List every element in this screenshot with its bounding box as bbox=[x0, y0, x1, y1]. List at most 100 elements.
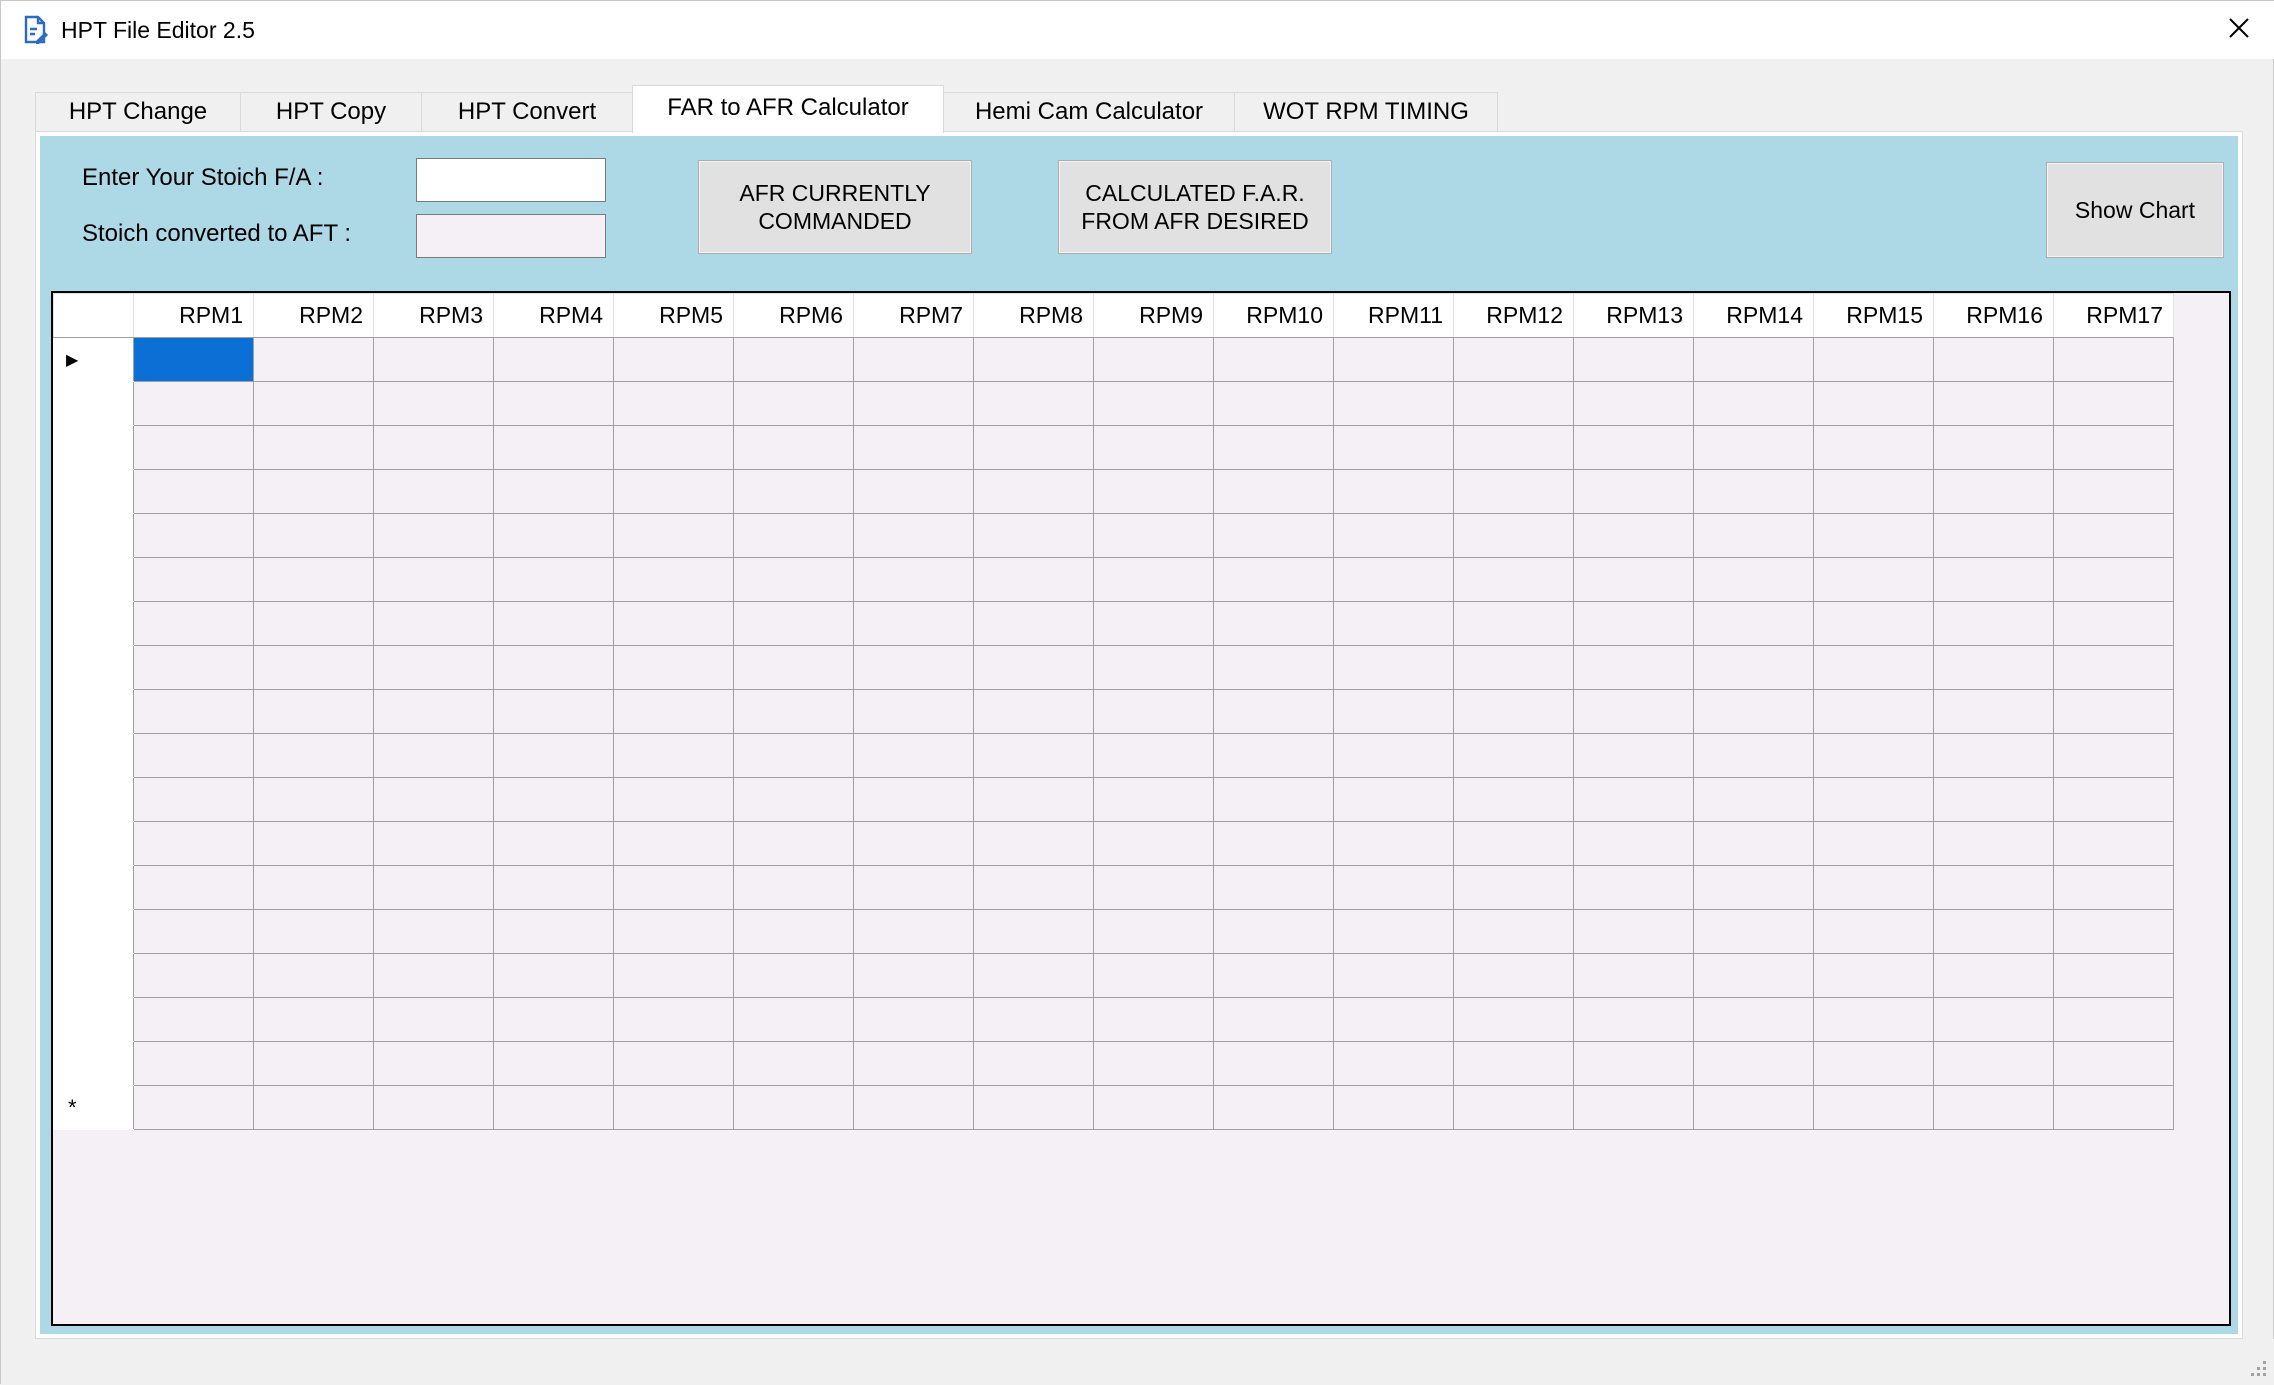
grid-cell[interactable] bbox=[613, 1041, 734, 1086]
tab-hemi-cam-calculator[interactable]: Hemi Cam Calculator bbox=[943, 92, 1235, 132]
grid-cell[interactable] bbox=[1813, 469, 1934, 514]
grid-cell[interactable] bbox=[133, 997, 254, 1042]
column-header-rpm1[interactable]: RPM1 bbox=[133, 293, 254, 338]
column-header-rpm2[interactable]: RPM2 bbox=[253, 293, 374, 338]
grid-cell[interactable] bbox=[2053, 997, 2174, 1042]
grid-cell[interactable] bbox=[133, 469, 254, 514]
row-header[interactable] bbox=[53, 733, 134, 778]
grid-cell[interactable] bbox=[493, 689, 614, 734]
grid-cell[interactable] bbox=[1453, 557, 1574, 602]
grid-cell[interactable] bbox=[1093, 425, 1214, 470]
column-header-rpm4[interactable]: RPM4 bbox=[493, 293, 614, 338]
grid-cell[interactable] bbox=[1933, 601, 2054, 646]
row-header[interactable] bbox=[53, 953, 134, 998]
grid-cell[interactable] bbox=[373, 1041, 494, 1086]
grid-cell[interactable] bbox=[1333, 733, 1454, 778]
grid-cell[interactable] bbox=[853, 997, 974, 1042]
grid-cell[interactable] bbox=[613, 689, 734, 734]
grid-cell[interactable] bbox=[1333, 469, 1454, 514]
grid-cell[interactable] bbox=[493, 601, 614, 646]
grid-cell[interactable] bbox=[1213, 909, 1334, 954]
row-header[interactable] bbox=[53, 909, 134, 954]
grid-cell[interactable] bbox=[1093, 381, 1214, 426]
row-header[interactable] bbox=[53, 469, 134, 514]
grid-cell[interactable] bbox=[853, 337, 974, 382]
grid-cell[interactable] bbox=[853, 381, 974, 426]
grid-cell[interactable] bbox=[1453, 997, 1574, 1042]
grid-cell[interactable] bbox=[1933, 469, 2054, 514]
grid-cell[interactable] bbox=[1933, 513, 2054, 558]
grid-cell[interactable] bbox=[1933, 1041, 2054, 1086]
grid-cell[interactable] bbox=[613, 1085, 734, 1130]
grid-cell[interactable] bbox=[1093, 1085, 1214, 1130]
grid-cell[interactable] bbox=[133, 513, 254, 558]
grid-cell[interactable] bbox=[973, 1041, 1094, 1086]
grid-cell[interactable] bbox=[1693, 337, 1814, 382]
grid-cell[interactable] bbox=[613, 381, 734, 426]
current-row-indicator-icon[interactable]: ▶ bbox=[53, 337, 134, 382]
column-header-rpm8[interactable]: RPM8 bbox=[973, 293, 1094, 338]
grid-cell[interactable] bbox=[493, 1041, 614, 1086]
grid-cell[interactable] bbox=[253, 821, 374, 866]
grid-cell[interactable] bbox=[1693, 865, 1814, 910]
grid-cell[interactable] bbox=[493, 821, 614, 866]
grid-cell[interactable] bbox=[1813, 733, 1934, 778]
grid-cell[interactable] bbox=[733, 337, 854, 382]
grid-cell[interactable] bbox=[1813, 425, 1934, 470]
grid-cell[interactable] bbox=[1933, 997, 2054, 1042]
grid-cell[interactable] bbox=[1573, 425, 1694, 470]
grid-cell[interactable] bbox=[2053, 821, 2174, 866]
grid-cell[interactable] bbox=[1453, 513, 1574, 558]
grid-cell[interactable] bbox=[853, 733, 974, 778]
data-grid[interactable]: RPM1 RPM2 RPM3 RPM4 RPM5 RPM6 RPM7 RPM8 RPM9 RPM1… bbox=[51, 291, 2231, 1326]
grid-cell[interactable] bbox=[2053, 1041, 2174, 1086]
grid-cell[interactable] bbox=[733, 733, 854, 778]
grid-cell[interactable] bbox=[1933, 689, 2054, 734]
grid-cell[interactable] bbox=[1813, 381, 1934, 426]
grid-cell[interactable] bbox=[133, 733, 254, 778]
grid-cell[interactable] bbox=[253, 733, 374, 778]
grid-cell[interactable] bbox=[973, 601, 1094, 646]
grid-cell[interactable] bbox=[253, 909, 374, 954]
grid-cell[interactable] bbox=[1213, 381, 1334, 426]
grid-cell[interactable] bbox=[253, 953, 374, 998]
grid-cell[interactable] bbox=[1093, 997, 1214, 1042]
grid-cell[interactable] bbox=[1453, 337, 1574, 382]
grid-cell[interactable] bbox=[133, 381, 254, 426]
grid-cell[interactable] bbox=[373, 557, 494, 602]
grid-cell[interactable] bbox=[1333, 1041, 1454, 1086]
grid-cell[interactable] bbox=[2053, 425, 2174, 470]
grid-cell[interactable] bbox=[1813, 557, 1934, 602]
afr-currently-commanded-button[interactable]: AFR CURRENTLY COMMANDED bbox=[698, 160, 972, 254]
grid-cell[interactable] bbox=[1333, 425, 1454, 470]
grid-cell[interactable] bbox=[1093, 337, 1214, 382]
grid-cell[interactable] bbox=[1213, 865, 1334, 910]
grid-cell[interactable] bbox=[1813, 909, 1934, 954]
grid-cell[interactable] bbox=[853, 953, 974, 998]
grid-cell[interactable] bbox=[1813, 953, 1934, 998]
grid-cell[interactable] bbox=[1333, 337, 1454, 382]
grid-cell[interactable] bbox=[373, 689, 494, 734]
grid-corner-header[interactable] bbox=[53, 293, 134, 338]
grid-cell[interactable] bbox=[373, 1085, 494, 1130]
grid-cell[interactable] bbox=[853, 865, 974, 910]
row-header[interactable] bbox=[53, 381, 134, 426]
column-header-rpm14[interactable]: RPM14 bbox=[1693, 293, 1814, 338]
grid-cell[interactable] bbox=[373, 821, 494, 866]
grid-cell[interactable] bbox=[733, 997, 854, 1042]
grid-cell[interactable] bbox=[1933, 865, 2054, 910]
grid-cell[interactable] bbox=[2053, 337, 2174, 382]
grid-cell[interactable] bbox=[853, 425, 974, 470]
grid-cell[interactable] bbox=[853, 821, 974, 866]
grid-cell[interactable] bbox=[1573, 689, 1694, 734]
column-header-rpm17[interactable]: RPM17 bbox=[2053, 293, 2174, 338]
tab-wot-rpm-timing[interactable]: WOT RPM TIMING bbox=[1234, 92, 1498, 132]
grid-cell[interactable] bbox=[613, 425, 734, 470]
grid-cell[interactable] bbox=[253, 997, 374, 1042]
grid-cell[interactable] bbox=[1333, 997, 1454, 1042]
grid-cell[interactable] bbox=[1813, 645, 1934, 690]
grid-cell[interactable] bbox=[973, 733, 1094, 778]
grid-cell[interactable] bbox=[1933, 645, 2054, 690]
grid-cell[interactable] bbox=[1093, 777, 1214, 822]
grid-cell[interactable] bbox=[253, 689, 374, 734]
